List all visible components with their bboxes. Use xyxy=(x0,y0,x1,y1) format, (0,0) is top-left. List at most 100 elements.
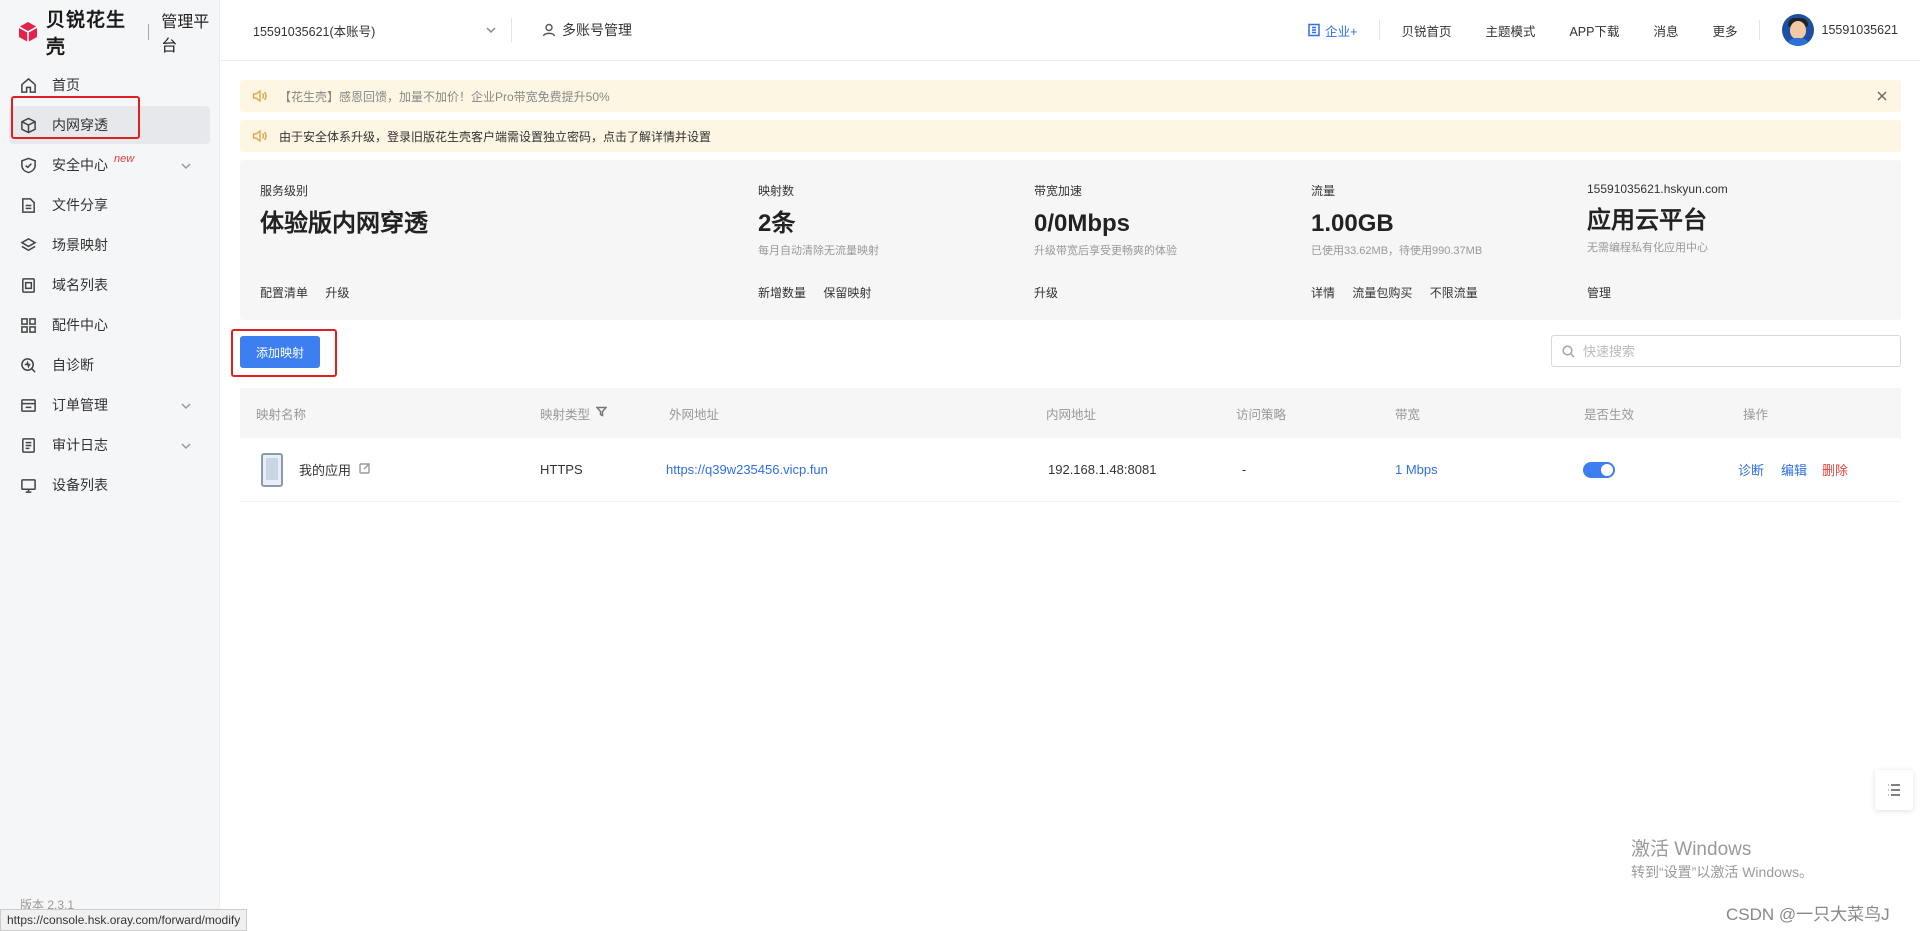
sidebar-item-self-diagnosis[interactable]: 自诊断 xyxy=(9,346,210,384)
unlimited-traffic-link[interactable]: 不限流量 xyxy=(1430,286,1478,300)
stat-sub: 无需编程私有化应用中心 xyxy=(1587,242,1708,254)
sidebar-item-label: 内网穿透 xyxy=(52,117,108,133)
list-toggle-button[interactable] xyxy=(1875,770,1913,810)
stat-sub: 已使用33.62MB，待使用990.37MB xyxy=(1311,245,1483,257)
col-header-private-address: 内网地址 xyxy=(1046,407,1097,422)
retain-mapping-link[interactable]: 保留映射 xyxy=(823,286,871,300)
bandwidth-link[interactable]: 1 Mbps xyxy=(1395,462,1438,477)
stat-traffic: 流量 1.00GB 已使用33.62MB，待使用990.37MB 详情 流量包购… xyxy=(1311,182,1571,300)
upgrade-link[interactable]: 升级 xyxy=(325,286,349,300)
user-icon xyxy=(542,23,556,37)
traffic-detail-link[interactable]: 详情 xyxy=(1311,286,1335,300)
sidebar-nav: 首页 内网穿透 安全中心 new 文件分享 场景映射 域名列表 配件中心 自诊断… xyxy=(0,66,219,504)
col-header-access-policy: 访问策略 xyxy=(1236,407,1287,422)
search-icon xyxy=(1562,344,1575,358)
stat-sub: 升级带宽后享受更畅爽的体验 xyxy=(1034,245,1177,257)
delete-button[interactable]: 删除 xyxy=(1822,460,1848,479)
stat-value: 1.00GB xyxy=(1311,210,1394,237)
col-header-type[interactable]: 映射类型 xyxy=(540,404,608,423)
upgrade-bandwidth-link[interactable]: 升级 xyxy=(1034,286,1058,300)
sidebar-item-device-list[interactable]: 设备列表 xyxy=(9,466,210,504)
public-address-link[interactable]: https://q39w235456.vicp.fun xyxy=(666,462,828,477)
notice-text: 由于安全体系升级，登录旧版花生壳客户端需设置独立密码，点击了解详情并设置 xyxy=(279,129,712,144)
new-badge: new xyxy=(114,153,135,165)
access-policy: - xyxy=(1242,462,1247,477)
add-quantity-link[interactable]: 新增数量 xyxy=(758,286,806,300)
buy-traffic-link[interactable]: 流量包购买 xyxy=(1352,286,1412,300)
col-header-name: 映射名称 xyxy=(256,407,307,422)
monitor-icon xyxy=(19,476,37,494)
promo-notice[interactable]: 【花生壳】感恩回馈，加量不加价！企业Pro带宽免费提升50% xyxy=(240,80,1901,112)
account-selector-label: 15591035621(本账号) xyxy=(253,24,376,39)
sidebar-item-order-management[interactable]: 订单管理 xyxy=(9,386,210,424)
add-mapping-button[interactable]: 添加映射 xyxy=(240,336,320,368)
mapping-name-cell: 我的应用 xyxy=(299,460,371,479)
close-icon[interactable] xyxy=(1875,89,1889,103)
sidebar-item-intranet-penetration[interactable]: 内网穿透 xyxy=(9,106,210,144)
col-header-type-label: 映射类型 xyxy=(540,407,591,422)
diagnose-button[interactable]: 诊断 xyxy=(1738,460,1764,479)
brand-logo-icon xyxy=(16,20,40,44)
stat-label: 服务级别 xyxy=(260,184,309,198)
home-icon xyxy=(19,76,37,94)
brand-logo[interactable]: 贝锐花生壳 管理平台 xyxy=(0,0,219,64)
oray-home-link[interactable]: 贝锐首页 xyxy=(1384,21,1468,40)
multi-account-button[interactable]: 多账号管理 xyxy=(512,20,632,40)
config-list-link[interactable]: 配置清单 xyxy=(260,286,308,300)
stat-label: 映射数 xyxy=(758,184,795,198)
stat-value: 2条 xyxy=(758,210,796,237)
sidebar-item-audit-log[interactable]: 审计日志 xyxy=(9,426,210,464)
enterprise-plus-link[interactable]: 企业+ xyxy=(1290,21,1375,40)
search-input[interactable] xyxy=(1583,343,1883,359)
theme-mode-link[interactable]: 主题模式 xyxy=(1468,21,1552,40)
user-account-name[interactable]: 15591035621 xyxy=(1822,23,1898,37)
security-notice[interactable]: 由于安全体系升级，登录旧版花生壳客户端需设置独立密码，点击了解详情并设置 xyxy=(240,120,1901,152)
sidebar-item-label: 域名列表 xyxy=(52,277,108,293)
tablet-device-icon xyxy=(261,453,283,487)
sidebar-item-label: 文件分享 xyxy=(52,197,108,213)
sidebar-item-label: 设备列表 xyxy=(52,477,108,493)
stats-panel: 服务级别 体验版内网穿透 配置清单 升级 映射数 2条 每月自动清除无流量映射 … xyxy=(240,160,1901,320)
brand-name: 贝锐花生壳 xyxy=(46,10,127,58)
sidebar-item-file-share[interactable]: 文件分享 xyxy=(9,186,210,224)
sidebar-item-scene-mapping[interactable]: 场景映射 xyxy=(9,226,210,264)
header-divider xyxy=(1758,20,1760,40)
sidebar-item-accessory-center[interactable]: 配件中心 xyxy=(9,306,210,344)
quick-search[interactable] xyxy=(1551,335,1901,367)
manage-link[interactable]: 管理 xyxy=(1587,286,1611,300)
order-icon xyxy=(19,396,37,414)
diagnose-icon xyxy=(19,356,37,374)
sidebar-item-label: 审计日志 xyxy=(52,437,108,453)
brand-subtitle: 管理平台 xyxy=(161,14,210,55)
sidebar-item-home[interactable]: 首页 xyxy=(9,66,210,104)
sidebar-item-security-center[interactable]: 安全中心 new xyxy=(9,146,210,184)
shield-icon xyxy=(19,156,37,174)
col-header-actions: 操作 xyxy=(1743,407,1769,422)
edit-button[interactable]: 编辑 xyxy=(1781,460,1807,479)
app-download-link[interactable]: APP下载 xyxy=(1552,21,1636,40)
sidebar-item-label: 自诊断 xyxy=(52,357,94,373)
stat-actions: 配置清单 升级 xyxy=(260,284,363,301)
edit-icon[interactable] xyxy=(359,462,371,477)
filter-icon[interactable] xyxy=(595,406,608,420)
table-row: 我的应用 HTTPS https://q39w235456.vicp.fun 1… xyxy=(240,438,1901,502)
stat-label: 流量 xyxy=(1311,184,1336,198)
header-right: 企业+ 贝锐首页 主题模式 APP下载 消息 更多 15591035621 xyxy=(1290,0,1920,60)
avatar[interactable] xyxy=(1781,14,1814,46)
stat-label: 15591035621.hskyun.com xyxy=(1587,182,1728,196)
messages-link[interactable]: 消息 xyxy=(1636,21,1695,40)
more-link[interactable]: 更多 xyxy=(1696,21,1755,40)
mapping-table: 映射名称 映射类型 外网地址 内网地址 访问策略 带宽 是否生效 操作 我的应用… xyxy=(240,388,1901,502)
sidebar-item-domain-list[interactable]: 域名列表 xyxy=(9,266,210,304)
main-content: 【花生壳】感恩回馈，加量不加价！企业Pro带宽免费提升50% 由于安全体系升级，… xyxy=(240,80,1901,502)
account-selector[interactable]: 15591035621(本账号) xyxy=(221,21,511,40)
log-icon xyxy=(19,436,37,454)
header-divider xyxy=(1379,20,1381,40)
stat-actions: 升级 xyxy=(1034,284,1072,301)
sidebar-item-label: 配件中心 xyxy=(52,317,108,333)
col-header-bandwidth: 带宽 xyxy=(1395,407,1421,422)
domain-icon xyxy=(19,276,37,294)
stat-actions: 详情 流量包购买 不限流量 xyxy=(1311,284,1492,301)
enabled-toggle[interactable] xyxy=(1583,461,1615,478)
col-header-enabled: 是否生效 xyxy=(1584,407,1635,422)
